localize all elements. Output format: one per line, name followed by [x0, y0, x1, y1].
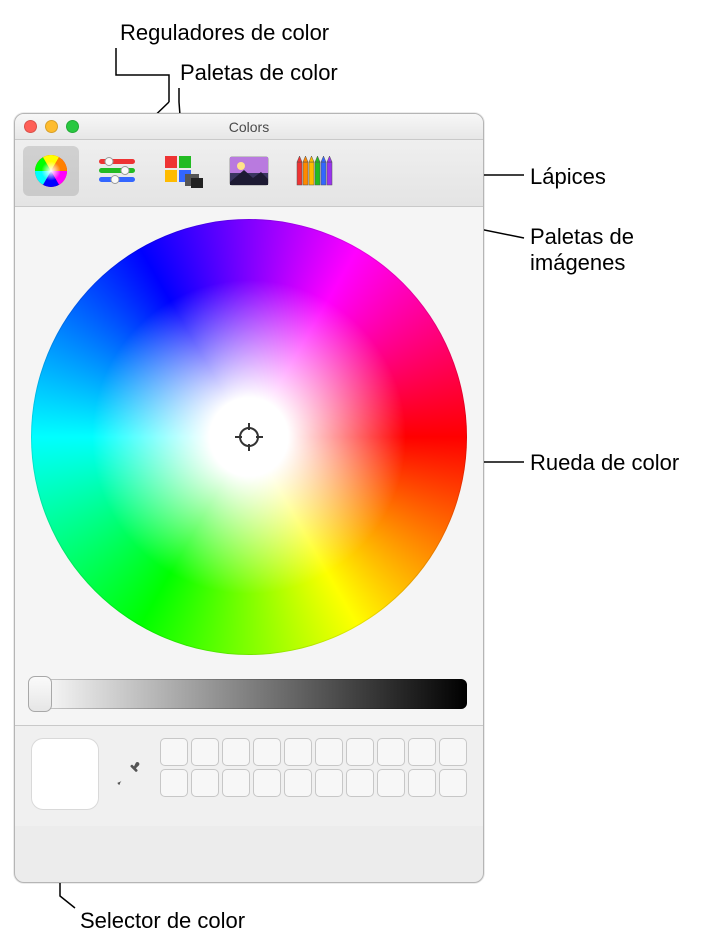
colors-window: Colors — [14, 113, 484, 883]
callout-color-picker: Selector de color — [80, 908, 245, 934]
image-icon — [227, 152, 271, 190]
callout-color-wheel: Rueda de color — [530, 450, 679, 476]
callout-image-palettes: Paletas de imágenes — [530, 224, 700, 277]
color-wheel-area[interactable] — [31, 219, 467, 655]
color-wheel-icon — [29, 152, 73, 190]
brightness-thumb[interactable] — [28, 676, 52, 712]
pencils-tab[interactable] — [287, 146, 343, 196]
swatch-cell[interactable] — [191, 738, 219, 766]
sliders-icon — [95, 152, 139, 190]
current-color-well[interactable] — [31, 738, 99, 810]
swatch-cell[interactable] — [284, 769, 312, 797]
swatch-cell[interactable] — [191, 769, 219, 797]
eyedropper-icon[interactable] — [115, 759, 144, 789]
footer — [15, 725, 483, 826]
color-palettes-tab[interactable] — [155, 146, 211, 196]
swatch-cell[interactable] — [315, 738, 343, 766]
swatch-cell[interactable] — [222, 769, 250, 797]
swatch-cell[interactable] — [408, 738, 436, 766]
swatch-cell[interactable] — [315, 769, 343, 797]
titlebar: Colors — [15, 114, 483, 140]
swatch-cell[interactable] — [284, 738, 312, 766]
swatch-cell[interactable] — [408, 769, 436, 797]
brightness-slider[interactable] — [31, 679, 467, 709]
swatch-cell[interactable] — [346, 738, 374, 766]
window-title: Colors — [229, 119, 269, 135]
callout-palettes: Paletas de color — [180, 60, 338, 86]
minimize-button[interactable] — [45, 120, 58, 133]
close-button[interactable] — [24, 120, 37, 133]
palettes-icon — [161, 152, 205, 190]
swatch-cell[interactable] — [439, 738, 467, 766]
swatch-cell[interactable] — [377, 769, 405, 797]
swatch-cell[interactable] — [253, 769, 281, 797]
toolbar — [15, 140, 483, 207]
color-wheel-tab[interactable] — [23, 146, 79, 196]
content-area — [15, 207, 483, 725]
swatch-cell[interactable] — [253, 738, 281, 766]
image-palettes-tab[interactable] — [221, 146, 277, 196]
callout-pencils: Lápices — [530, 164, 606, 190]
color-wheel[interactable] — [31, 219, 467, 655]
swatch-cell[interactable] — [160, 738, 188, 766]
swatch-cell[interactable] — [222, 738, 250, 766]
callout-sliders: Reguladores de color — [120, 20, 329, 46]
swatch-cell[interactable] — [377, 738, 405, 766]
pencils-icon — [293, 152, 337, 190]
swatch-cell[interactable] — [160, 769, 188, 797]
zoom-button[interactable] — [66, 120, 79, 133]
color-sliders-tab[interactable] — [89, 146, 145, 196]
traffic-lights — [24, 120, 79, 133]
swatch-cell[interactable] — [346, 769, 374, 797]
swatch-grid — [160, 738, 467, 797]
swatch-cell[interactable] — [439, 769, 467, 797]
